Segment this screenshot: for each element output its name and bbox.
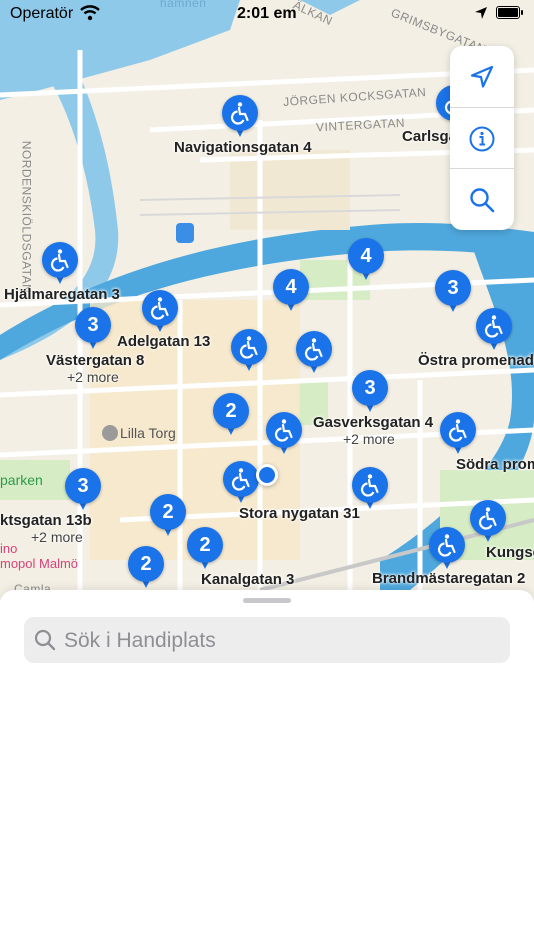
parking-pin[interactable]: [296, 331, 332, 377]
parking-pin[interactable]: [223, 461, 259, 507]
place-label: Stora nygatan 31: [239, 505, 360, 522]
parking-pin[interactable]: [231, 329, 267, 375]
wheelchair-icon: [449, 419, 467, 442]
cluster-count: 4: [360, 244, 372, 267]
search-icon: [470, 187, 495, 212]
place-label: Västergatan 8: [46, 352, 145, 369]
parking-pin[interactable]: [142, 290, 178, 336]
wheelchair-icon: [240, 336, 258, 359]
cluster-count: 2: [199, 533, 211, 556]
cluster-count: 3: [77, 474, 89, 497]
clock: 2:01 em: [237, 5, 297, 22]
cluster-count: 2: [162, 500, 174, 523]
parking-pin[interactable]: [42, 242, 78, 288]
status-bar: Operatör 2:01 em: [0, 0, 534, 28]
poi-label: parken: [0, 472, 43, 488]
search-input[interactable]: [62, 617, 506, 665]
map-controls: [450, 46, 514, 230]
wheelchair-icon: [479, 507, 497, 530]
parking-pin[interactable]: [476, 308, 512, 354]
parking-pin[interactable]: [266, 412, 302, 458]
wheelchair-icon: [485, 315, 503, 338]
search-icon: [34, 629, 56, 651]
search-bar[interactable]: [24, 617, 510, 665]
place-label: Södra prom: [456, 456, 534, 473]
cluster-pin[interactable]: 3: [75, 307, 111, 353]
more-label: +2 more: [67, 369, 119, 385]
place-label: Carlsga: [402, 128, 458, 145]
place-label: Hjälmaregatan 3: [4, 286, 120, 303]
locate-me-button[interactable]: [450, 46, 514, 107]
poi-label: mopol Malmö: [0, 556, 79, 571]
parking-pin[interactable]: [440, 412, 476, 458]
cluster-pin[interactable]: 3: [435, 270, 471, 316]
cluster-pin[interactable]: 2: [213, 393, 249, 439]
poi-label: ino: [0, 541, 18, 556]
place-label: Gasverksgatan 4: [313, 414, 434, 431]
place-label: ktsgatan 13b: [0, 512, 92, 529]
cluster-pin[interactable]: 2: [187, 527, 223, 573]
location-arrow-icon: [470, 65, 494, 88]
more-label: +2 more: [31, 529, 83, 545]
train-station-icon: [176, 223, 194, 243]
battery-icon: [496, 6, 524, 20]
parking-pin[interactable]: [470, 500, 506, 546]
place-label: Navigationsgatan 4: [174, 139, 312, 156]
user-location-dot: [256, 464, 278, 486]
wheelchair-icon: [151, 297, 169, 320]
place-label: Adelgatan 13: [117, 333, 211, 350]
wheelchair-icon: [231, 102, 249, 125]
search-button[interactable]: [450, 168, 514, 230]
cluster-pin[interactable]: 2: [150, 494, 186, 540]
place-label: Kanalgatan 3: [201, 571, 295, 588]
cluster-count: 2: [140, 552, 152, 575]
cluster-count: 2: [225, 399, 237, 422]
location-services-icon: [475, 7, 487, 19]
map-pin-icon: [102, 425, 118, 441]
info-button[interactable]: [450, 107, 514, 169]
cluster-pin[interactable]: 4: [348, 238, 384, 284]
wifi-icon: [80, 5, 100, 21]
wheelchair-icon: [232, 468, 250, 491]
sheet-grabber[interactable]: [243, 598, 291, 603]
info-icon: [469, 126, 495, 151]
parking-pin[interactable]: [222, 95, 258, 141]
place-label: Brandmästaregatan 2: [372, 570, 526, 587]
bottom-sheet: [0, 590, 534, 950]
wheelchair-icon: [305, 338, 323, 361]
cluster-count: 3: [87, 313, 99, 336]
carrier-label: Operatör: [10, 5, 74, 22]
cluster-count: 4: [285, 275, 297, 298]
cluster-count: 3: [447, 276, 459, 299]
place-label: Östra promenade: [418, 352, 534, 369]
wheelchair-icon: [275, 419, 293, 442]
wheelchair-icon: [51, 249, 69, 272]
more-label: +2 more: [343, 431, 395, 447]
cluster-count: 3: [364, 376, 376, 399]
wheelchair-icon: [438, 534, 456, 557]
cluster-pin[interactable]: 2: [128, 546, 164, 592]
street-label: NORDENSKIÖLDSGATAN: [19, 140, 34, 294]
cluster-pin[interactable]: 3: [65, 468, 101, 514]
parking-pin[interactable]: [429, 527, 465, 573]
cluster-pin[interactable]: 3: [352, 370, 388, 416]
place-label: Kungsg: [486, 544, 534, 561]
cluster-pin[interactable]: 4: [273, 269, 309, 315]
poi-label: Lilla Torg: [120, 425, 176, 441]
wheelchair-icon: [361, 474, 379, 497]
